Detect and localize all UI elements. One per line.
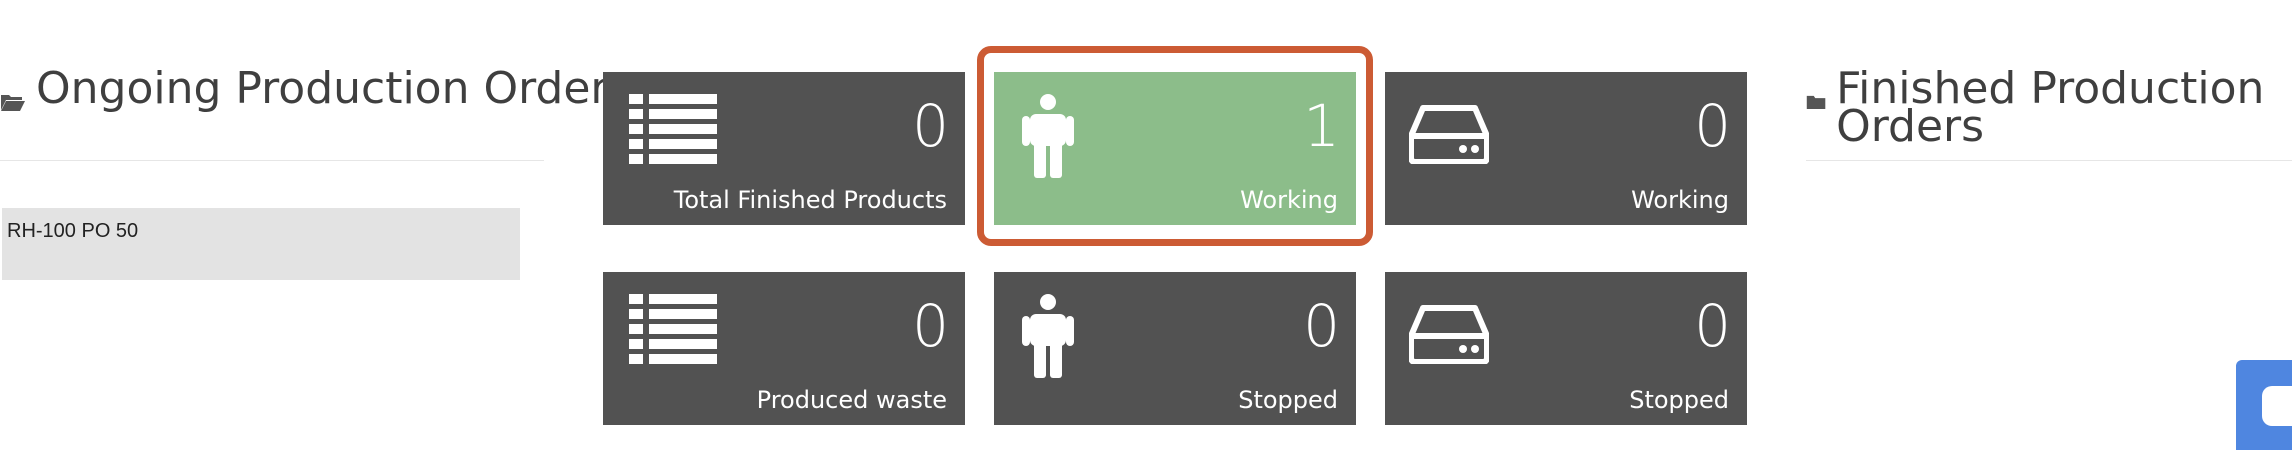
tile-label: Working xyxy=(1631,186,1729,214)
tile-count: 0 xyxy=(1694,92,1731,160)
list-icon xyxy=(629,94,717,164)
ongoing-order-label: RH-100 PO 50 xyxy=(7,220,139,242)
folder-icon xyxy=(1806,95,1826,109)
stopped-machines-tile[interactable]: 0 Stopped xyxy=(1385,272,1747,425)
finished-orders-divider xyxy=(1806,160,2292,161)
list-icon xyxy=(629,294,717,364)
tile-count: 0 xyxy=(912,92,949,160)
produced-waste-tile[interactable]: 0 Produced waste xyxy=(603,272,965,425)
active-tile-highlight xyxy=(977,46,1373,246)
working-machines-tile[interactable]: 0 Working xyxy=(1385,72,1747,225)
ongoing-orders-divider xyxy=(0,160,544,161)
chat-icon xyxy=(2262,386,2292,426)
tile-count: 0 xyxy=(1694,292,1731,360)
stopped-people-tile[interactable]: 0 Stopped xyxy=(994,272,1356,425)
tile-count: 0 xyxy=(1303,292,1340,360)
tile-label: Stopped xyxy=(1238,386,1338,414)
ongoing-orders-title: Ongoing Production Orders xyxy=(36,63,632,114)
tile-count: 0 xyxy=(912,292,949,360)
person-icon xyxy=(1022,294,1074,378)
finished-orders-title: Finished Production Orders xyxy=(1836,63,2265,152)
tile-label: Produced waste xyxy=(756,386,947,414)
folder-open-icon xyxy=(1,95,25,111)
finished-orders-header: Finished Production Orders xyxy=(1806,63,2292,152)
chat-widget-button[interactable] xyxy=(2236,360,2292,450)
hard-drive-icon xyxy=(1409,105,1489,164)
ongoing-order-item[interactable]: RH-100 PO 50 xyxy=(2,208,520,280)
tile-label: Stopped xyxy=(1629,386,1729,414)
tile-label: Total Finished Products xyxy=(673,186,947,214)
total-finished-products-tile[interactable]: 0 Total Finished Products xyxy=(603,72,965,225)
hard-drive-icon xyxy=(1409,305,1489,364)
ongoing-orders-header: Ongoing Production Orders xyxy=(0,63,632,114)
